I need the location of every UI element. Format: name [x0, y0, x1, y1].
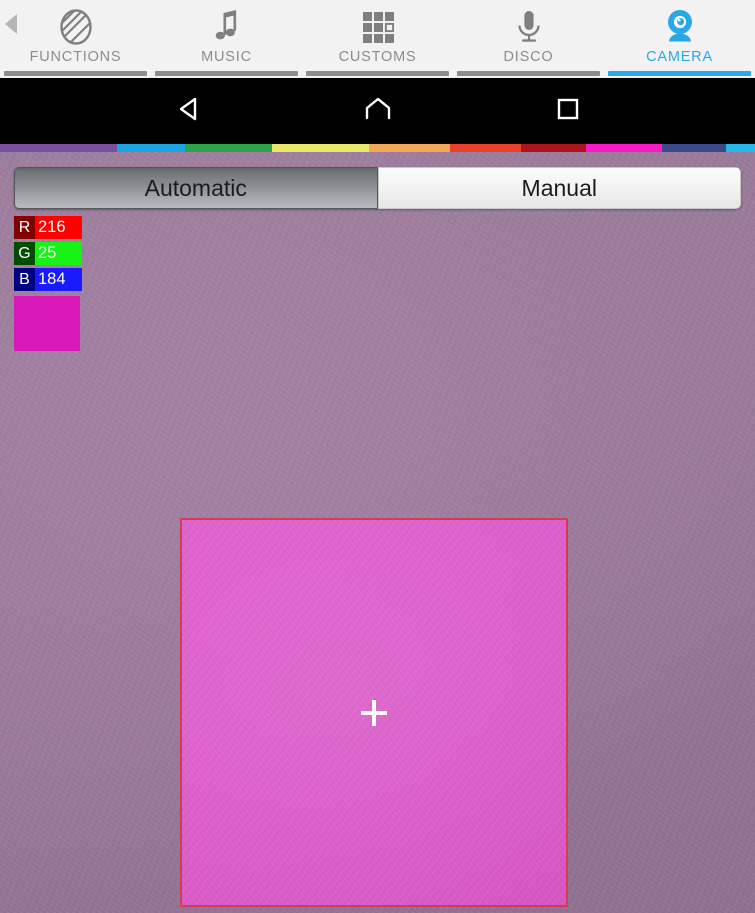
- led-segment: [520, 144, 587, 152]
- led-color-strip: [0, 144, 755, 152]
- led-segment: [0, 144, 117, 152]
- grid-3x3-icon: [358, 6, 398, 48]
- webcam-icon: [660, 6, 700, 48]
- rgb-readout-panel: R 216 G 25 B 184: [14, 216, 82, 351]
- led-segment: [116, 144, 186, 152]
- rgb-row-red: R 216: [14, 216, 82, 239]
- rgb-value-green: 25: [35, 242, 82, 265]
- tab-underline: [608, 71, 751, 76]
- rgb-key-red: R: [14, 216, 35, 239]
- rgb-row-blue: B 184: [14, 268, 82, 291]
- top-tab-bar: FUNCTIONS MUSIC CUSTOMS DISCO CAMERA: [0, 0, 755, 78]
- microphone-icon: [509, 6, 549, 48]
- automatic-mode-button[interactable]: Automatic: [14, 167, 378, 209]
- tab-disco[interactable]: DISCO: [453, 0, 604, 78]
- android-nav-bar: [0, 78, 755, 144]
- tab-underline: [457, 71, 600, 76]
- crosshair-plus-icon: [361, 699, 387, 726]
- tab-camera[interactable]: CAMERA: [604, 0, 755, 78]
- hatched-circle-icon: [56, 6, 96, 48]
- led-segment: [662, 144, 726, 152]
- led-segment: [725, 144, 755, 152]
- tab-label: CAMERA: [646, 49, 713, 65]
- tab-music[interactable]: MUSIC: [151, 0, 302, 78]
- rgb-value-red: 216: [35, 216, 82, 239]
- led-segment: [185, 144, 272, 152]
- led-segment: [369, 144, 451, 152]
- nav-back-button[interactable]: [130, 78, 250, 144]
- mode-toggle-group: Automatic Manual: [14, 167, 741, 209]
- rgb-row-green: G 25: [14, 242, 82, 265]
- rgb-key-green: G: [14, 242, 35, 265]
- rgb-value-blue: 184: [35, 268, 82, 291]
- music-note-icon: [207, 6, 247, 48]
- led-segment: [586, 144, 663, 152]
- tab-functions[interactable]: FUNCTIONS: [0, 0, 151, 78]
- led-segment: [450, 144, 521, 152]
- rgb-key-blue: B: [14, 268, 35, 291]
- tab-label: FUNCTIONS: [29, 49, 122, 65]
- camera-viewfinder[interactable]: Automatic Manual R 216 G 25 B 184: [0, 146, 755, 913]
- tab-label: MUSIC: [201, 49, 252, 65]
- tab-underline: [155, 71, 298, 76]
- tab-label: CUSTOMS: [338, 49, 417, 65]
- tab-underline: [306, 71, 449, 76]
- back-triangle-icon: [175, 94, 205, 129]
- led-segment: [271, 144, 370, 152]
- nav-recents-button[interactable]: [508, 78, 628, 144]
- nav-home-button[interactable]: [318, 78, 438, 144]
- tab-label: DISCO: [503, 49, 554, 65]
- color-sample-box[interactable]: [180, 518, 568, 907]
- home-house-icon: [362, 94, 394, 129]
- tab-underline: [4, 71, 147, 76]
- picked-color-swatch: [14, 296, 80, 351]
- manual-mode-button[interactable]: Manual: [377, 167, 741, 209]
- recents-square-icon: [554, 95, 582, 128]
- tab-customs[interactable]: CUSTOMS: [302, 0, 453, 78]
